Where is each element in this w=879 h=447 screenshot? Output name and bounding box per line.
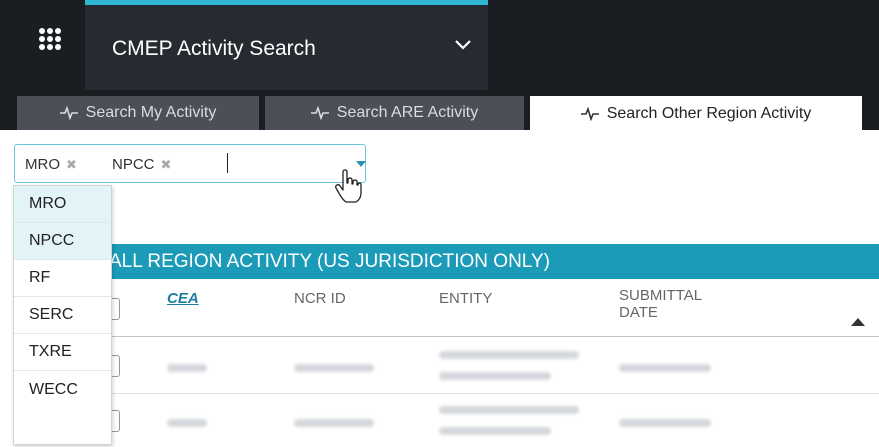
region-chip-npcc: NPCC ✖ [112, 156, 171, 173]
redacted-cell [439, 427, 551, 435]
redacted-cell [294, 364, 374, 372]
redacted-cell [167, 364, 207, 372]
redacted-cell [294, 419, 374, 427]
remove-chip-icon[interactable]: ✖ [66, 157, 77, 172]
region-multiselect[interactable]: MRO ✖ NPCC ✖ [14, 144, 366, 183]
redacted-cell [619, 364, 711, 372]
column-header-line: DATE [619, 304, 658, 321]
tab-label: Search ARE Activity [336, 104, 479, 121]
tab-label: Search My Activity [85, 104, 217, 121]
column-header-ncr-id[interactable]: NCR ID [294, 290, 346, 307]
column-header-cea[interactable]: CEA [167, 290, 199, 307]
header-divider [95, 336, 879, 337]
app-title: CMEP Activity Search [112, 37, 316, 60]
option-npcc[interactable]: NPCC [14, 223, 111, 260]
column-header-line: SUBMITTAL [619, 287, 703, 304]
redacted-cell [439, 372, 551, 380]
region-options-list: MRO NPCC RF SERC TXRE WECC [13, 185, 112, 445]
app-launcher-button[interactable] [0, 0, 85, 90]
pulse-icon [310, 106, 329, 120]
pulse-icon [580, 107, 599, 121]
chip-label: NPCC [112, 156, 155, 173]
table-banner: ALL REGION ACTIVITY (US JURISDICTION ONL… [95, 244, 879, 279]
redacted-cell [439, 351, 579, 359]
redacted-cell [439, 406, 579, 414]
app-grid-icon [39, 28, 61, 50]
tab-search-other-region-activity[interactable]: Search Other Region Activity [530, 96, 862, 132]
chevron-down-icon [455, 40, 471, 50]
remove-chip-icon[interactable]: ✖ [161, 157, 172, 172]
pulse-icon [59, 106, 78, 120]
column-header-entity[interactable]: ENTITY [439, 290, 492, 307]
option-txre[interactable]: TXRE [14, 334, 111, 371]
option-wecc[interactable]: WECC [14, 371, 111, 408]
chip-label: MRO [25, 156, 60, 173]
tab-search-my-activity[interactable]: Search My Activity [17, 96, 259, 130]
hand-pointer-icon [335, 169, 362, 203]
tab-label: Search Other Region Activity [606, 105, 812, 122]
tab-search-are-activity[interactable]: Search ARE Activity [265, 96, 524, 130]
option-mro[interactable]: MRO [14, 186, 111, 223]
redacted-cell [619, 419, 711, 427]
text-cursor [227, 153, 228, 173]
option-serc[interactable]: SERC [14, 297, 111, 334]
title-accent-bar [85, 0, 488, 5]
column-header-submittal-date[interactable]: SUBMITTAL DATE [619, 287, 702, 321]
sort-ascending-icon[interactable] [851, 318, 865, 326]
redacted-cell [167, 419, 207, 427]
app-title-dropdown[interactable]: CMEP Activity Search [85, 0, 488, 90]
row-divider [95, 393, 879, 394]
region-chip-mro: MRO ✖ [25, 156, 77, 173]
option-rf[interactable]: RF [14, 260, 111, 297]
dropdown-caret-icon[interactable] [356, 161, 366, 167]
